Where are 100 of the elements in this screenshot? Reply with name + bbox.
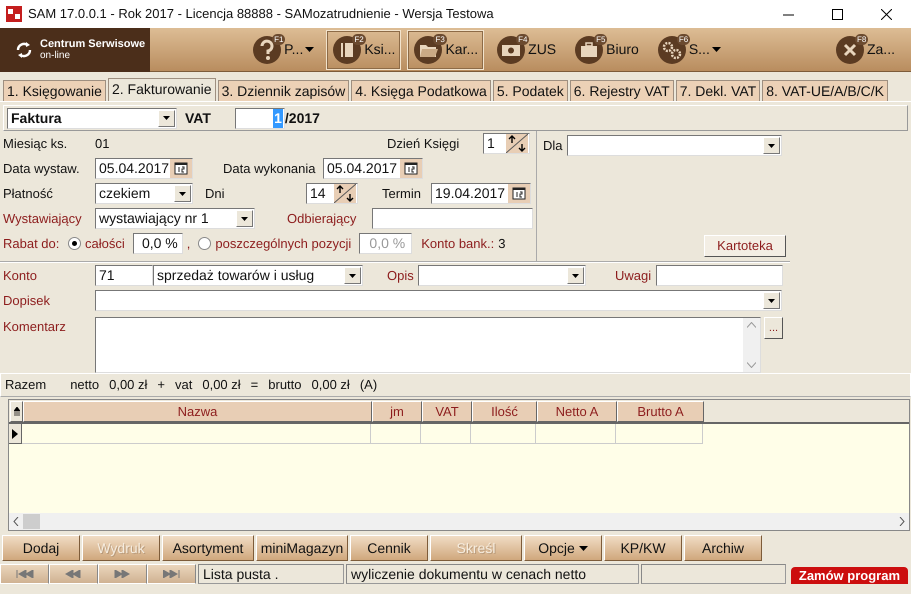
comment-field[interactable]: [95, 317, 761, 373]
field-label: Dzień Księgi: [387, 134, 460, 153]
column-header[interactable]: Brutto A: [617, 401, 704, 422]
key-badge: F5: [594, 34, 608, 44]
folder-icon: [413, 34, 444, 64]
bank-count: 3: [498, 234, 506, 253]
toolbar-button[interactable]: F5 Biuro: [568, 30, 645, 70]
column-header[interactable]: jm: [372, 401, 422, 422]
field-label: Opis: [387, 266, 415, 285]
window-title: SAM 17.0.0.1 - Rok 2017 - Licencja 88888 - SAMozatrudnienie - Wersja Testowa: [28, 5, 494, 24]
scroll-down-icon[interactable]: [747, 362, 756, 368]
table-cell[interactable]: [22, 424, 371, 444]
account-field[interactable]: 71: [95, 265, 153, 286]
toolbar-button[interactable]: Opcje: [524, 535, 602, 561]
first-record-icon[interactable]: [0, 564, 49, 584]
toolbar-button[interactable]: F3 Kar...: [407, 30, 484, 70]
toolbar-button[interactable]: F1 P...: [246, 30, 320, 70]
addendum-dropdown[interactable]: [95, 290, 782, 311]
toolbar-button[interactable]: F8 Za...: [828, 30, 901, 70]
sort-icon[interactable]: [10, 401, 23, 422]
field-label: Uwagi: [615, 266, 652, 285]
scroll-right-icon[interactable]: [899, 517, 905, 526]
table-cell[interactable]: [421, 424, 471, 444]
document-type-dropdown[interactable]: Faktura: [7, 108, 177, 128]
scroll-left-icon[interactable]: [13, 517, 19, 526]
totals-text: 0,00 zł: [202, 376, 241, 394]
calendar-icon: [170, 159, 192, 178]
help-icon: [252, 34, 282, 64]
toolbar-button[interactable]: Asortyment: [162, 535, 254, 561]
tab[interactable]: 1. Księgowanie: [3, 80, 106, 101]
field-label: Komentarz: [3, 318, 67, 336]
tab[interactable]: 3. Dziennik zapisów: [218, 80, 350, 101]
spin-field[interactable]: 1: [483, 133, 530, 154]
app-icon: [6, 6, 22, 22]
table-cell[interactable]: [536, 424, 616, 444]
radio-button[interactable]: [68, 237, 81, 250]
table-cell[interactable]: [616, 424, 703, 444]
radio-label: całości: [85, 234, 125, 253]
column-header[interactable]: VAT: [422, 401, 472, 422]
totals-text: vat: [175, 376, 192, 394]
table-cell[interactable]: [371, 424, 421, 444]
toolbar-button[interactable]: Archiw: [684, 535, 762, 561]
key-badge: F3: [433, 34, 447, 44]
notes-field[interactable]: [656, 265, 783, 286]
order-button[interactable]: Zamów program: [790, 567, 908, 584]
scrollbar-thumb[interactable]: [23, 514, 40, 529]
column-header[interactable]: Ilość: [472, 401, 537, 422]
field-label: Rabat do:: [3, 234, 60, 253]
tab[interactable]: 2. Fakturowanie: [108, 78, 216, 101]
status-text: Lista pusta .: [198, 564, 344, 584]
column-header[interactable]: Netto A: [537, 401, 617, 422]
payment-dropdown[interactable]: czekiem: [95, 183, 193, 204]
next-record-icon[interactable]: [98, 564, 147, 584]
tab[interactable]: 7. Dekl. VAT: [676, 80, 760, 101]
date-field[interactable]: 19.04.2017: [431, 183, 531, 204]
tab[interactable]: 4. Księga Podatkowa: [351, 80, 491, 101]
spin-field[interactable]: 14: [306, 183, 358, 204]
field-label: Miesiąc ks.: [3, 134, 68, 153]
calendar-icon: [400, 159, 422, 178]
table-cell[interactable]: [471, 424, 536, 444]
toolbar-button[interactable]: F6 S...: [650, 30, 727, 70]
tab[interactable]: 5. Podatek: [492, 80, 568, 101]
recipient-dropdown[interactable]: [566, 135, 782, 156]
issuer-dropdown[interactable]: wystawiający nr 1: [95, 208, 255, 229]
totals-text: 0,00 zł: [312, 376, 350, 394]
discount-field[interactable]: 0,0 %: [132, 233, 183, 254]
account-dropdown[interactable]: sprzedaż towarów i usług: [153, 265, 363, 286]
toolbar-button[interactable]: F2 Ksi...: [326, 30, 402, 70]
field-label: Konto: [3, 266, 38, 285]
book-icon: [332, 34, 362, 64]
field-label: Data wystaw.: [3, 160, 81, 178]
tab[interactable]: 8. VAT-UE/A/B/C/K: [762, 80, 888, 101]
toolbar-button[interactable]: KP/KW: [604, 535, 682, 561]
totals-text: 0,00 zł: [109, 376, 148, 394]
status-text: wyliczenie dokumentu w cenach netto: [346, 564, 639, 584]
description-dropdown[interactable]: [418, 265, 586, 286]
toolbar-button[interactable]: F4 ZUS: [490, 30, 562, 70]
field-label: Płatność: [3, 184, 54, 203]
close-icon[interactable]: [881, 8, 892, 20]
recipient-field[interactable]: [372, 208, 533, 229]
card-index-button[interactable]: Kartoteka: [704, 235, 786, 257]
toolbar-button[interactable]: miniMagazyn: [256, 535, 348, 561]
scroll-up-icon[interactable]: [747, 322, 756, 328]
toolbar-button[interactable]: Cennik: [350, 535, 428, 561]
last-record-icon[interactable]: [147, 564, 196, 584]
toolbar-button[interactable]: Dodaj: [2, 535, 80, 561]
column-header[interactable]: Nazwa: [23, 401, 372, 422]
field-label: Odbierający: [287, 210, 358, 228]
key-badge: F8: [854, 34, 868, 44]
maximize-icon[interactable]: [832, 8, 843, 20]
previous-record-icon[interactable]: [49, 564, 98, 584]
date-field[interactable]: 05.04.2017: [323, 158, 423, 179]
tab[interactable]: 6. Rejestry VAT: [570, 80, 674, 101]
more-button[interactable]: ...: [764, 317, 783, 339]
field-label: Data wykonania: [223, 160, 316, 178]
date-field[interactable]: 05.04.2017: [95, 158, 193, 179]
totals-text: netto: [70, 376, 100, 394]
logo-panel[interactable]: Centrum Serwisowe on-line: [0, 28, 150, 72]
field-label: Dopisek: [3, 292, 51, 310]
field-label: Dni: [205, 184, 226, 203]
